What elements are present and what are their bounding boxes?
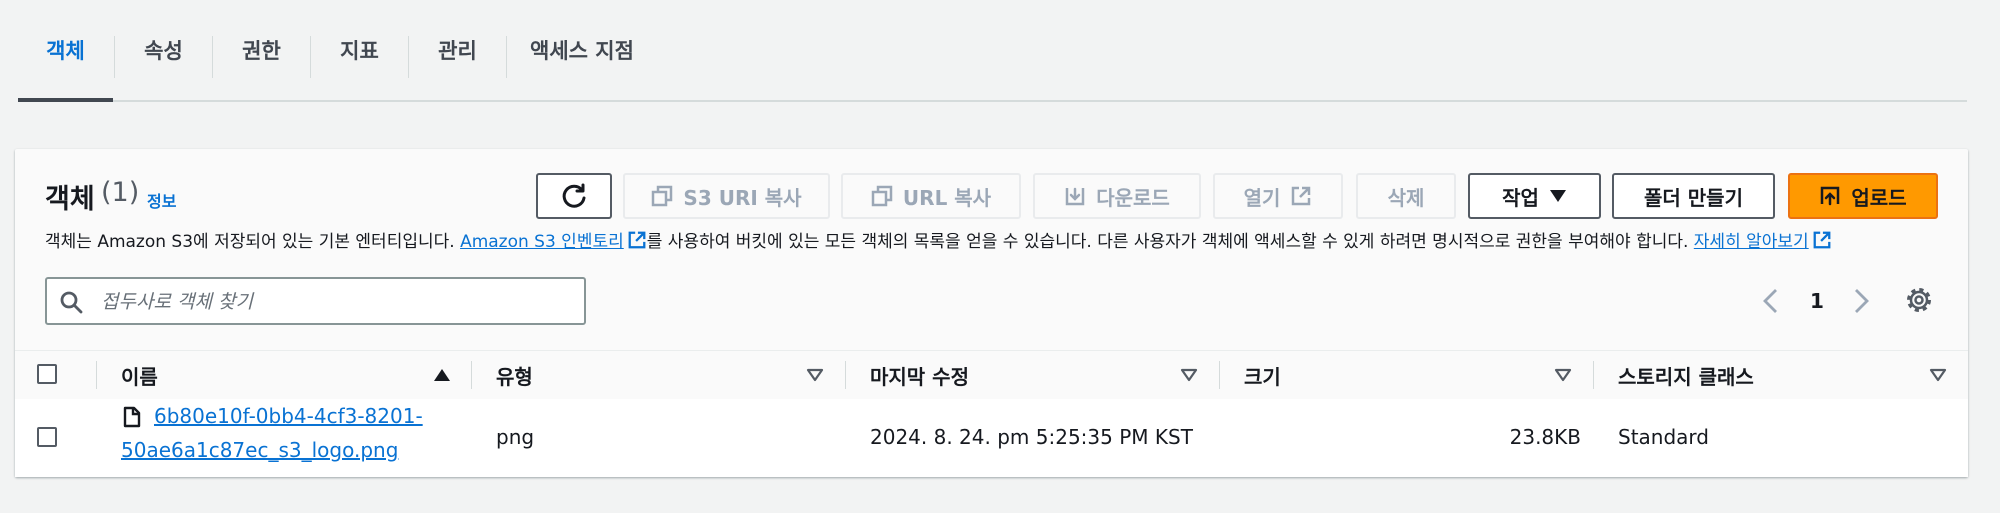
- caret-down-icon: [1549, 190, 1566, 202]
- object-name-line: 50ae6a1c87ec_s3_logo.png: [121, 438, 399, 462]
- info-link[interactable]: 정보: [147, 188, 176, 212]
- column-divider: [471, 361, 472, 389]
- search-icon: [60, 291, 83, 314]
- external-link-icon: [1813, 231, 1831, 249]
- select-all-checkbox[interactable]: [37, 364, 57, 384]
- tab-objects[interactable]: 객체: [18, 0, 113, 102]
- learn-more-link[interactable]: 자세히 알아보기: [1694, 231, 1832, 252]
- search-box: [45, 277, 586, 325]
- column-header-last-modified[interactable]: 마지막 수정: [870, 361, 969, 390]
- object-count: (1): [101, 177, 140, 208]
- delete-button[interactable]: 삭제: [1356, 173, 1456, 219]
- tab-bar: 객체 속성 권한 지표 관리 액세스 지점: [18, 0, 1967, 102]
- object-size: 23.8KB: [1509, 425, 1581, 449]
- tab-label: 객체: [46, 39, 85, 63]
- tab-access-points[interactable]: 액세스 지점: [507, 0, 657, 100]
- upload-button[interactable]: 업로드: [1788, 173, 1938, 219]
- button-label: 작업: [1502, 185, 1539, 210]
- button-label: 업로드: [1851, 185, 1907, 210]
- chevron-left-icon[interactable]: [1760, 287, 1782, 315]
- tab-properties[interactable]: 속성: [115, 0, 212, 100]
- tab-label: 지표: [340, 39, 379, 63]
- column-divider: [1219, 361, 1220, 389]
- tab-permissions[interactable]: 권한: [213, 0, 310, 100]
- object-name-line: 6b80e10f-0bb4-4cf3-8201-: [154, 404, 423, 428]
- external-link-icon: [1292, 186, 1311, 206]
- tab-metrics[interactable]: 지표: [311, 0, 408, 100]
- column-header-type[interactable]: 유형: [496, 361, 533, 390]
- button-label: 다운로드: [1096, 185, 1170, 210]
- copy-icon: [652, 185, 673, 207]
- table-row[interactable]: 6b80e10f-0bb4-4cf3-8201- 50ae6a1c87ec_s3…: [15, 399, 1968, 477]
- row-checkbox[interactable]: [37, 427, 57, 447]
- table-header: 이름 유형 마지막 수정 크기 스토리지 클래스: [15, 350, 1968, 400]
- tab-label: 액세스 지점: [530, 39, 634, 63]
- button-label: 열기: [1243, 185, 1281, 210]
- create-folder-button[interactable]: 폴더 만들기: [1612, 173, 1775, 219]
- gear-icon[interactable]: [1904, 285, 1934, 315]
- column-divider: [1593, 361, 1594, 389]
- column-header-storage-class[interactable]: 스토리지 클래스: [1618, 361, 1754, 390]
- object-last-modified: 2024. 8. 24. pm 5:25:35 PM KST: [870, 425, 1193, 449]
- copy-s3-uri-button[interactable]: S3 URI 복사: [623, 173, 830, 219]
- open-button[interactable]: 열기: [1213, 173, 1343, 219]
- chevron-right-icon[interactable]: [1850, 287, 1872, 315]
- button-label: 삭제: [1387, 185, 1425, 210]
- sort-desc-icon[interactable]: [1180, 368, 1198, 382]
- tab-label: 속성: [144, 39, 183, 63]
- search-input[interactable]: [99, 287, 573, 317]
- copy-url-button[interactable]: URL 복사: [841, 173, 1021, 219]
- column-header-name[interactable]: 이름: [121, 361, 158, 390]
- s3-inventory-link[interactable]: Amazon S3 인벤토리: [460, 231, 647, 252]
- description-text: 객체는 Amazon S3에 저장되어 있는 기본 엔터티입니다.: [45, 232, 461, 252]
- refresh-button[interactable]: [536, 173, 612, 219]
- copy-icon: [871, 185, 893, 207]
- sort-asc-icon[interactable]: [433, 368, 451, 382]
- download-icon: [1065, 187, 1085, 206]
- sort-desc-icon[interactable]: [1929, 368, 1947, 382]
- external-link-icon: [628, 231, 646, 249]
- current-page[interactable]: 1: [1810, 289, 1824, 313]
- panel-description: 객체는 Amazon S3에 저장되어 있는 기본 엔터티입니다. Amazon…: [45, 227, 1945, 252]
- description-text: 를 사용하여 버킷에 있는 모든 객체의 목록을 얻을 수 있습니다. 다른 사…: [646, 232, 1694, 252]
- refresh-icon: [562, 183, 586, 208]
- column-header-size[interactable]: 크기: [1244, 361, 1281, 390]
- column-divider: [845, 361, 846, 389]
- tab-label: 관리: [438, 39, 477, 63]
- button-label: URL 복사: [902, 185, 992, 210]
- download-button[interactable]: 다운로드: [1033, 173, 1201, 219]
- column-divider: [96, 361, 97, 389]
- button-label: 폴더 만들기: [1644, 185, 1743, 210]
- sort-desc-icon[interactable]: [806, 368, 824, 382]
- button-label: S3 URI 복사: [683, 185, 802, 210]
- tab-management[interactable]: 관리: [409, 0, 506, 100]
- object-storage-class: Standard: [1618, 425, 1709, 449]
- panel-title: 객체: [45, 184, 95, 215]
- upload-icon: [1821, 186, 1840, 206]
- sort-desc-icon[interactable]: [1554, 368, 1572, 382]
- objects-panel: 객체 (1) 정보 S3 URI 복사 URL 복사 다운로드 열기 삭제 작업…: [15, 149, 1968, 477]
- actions-dropdown[interactable]: 작업: [1468, 173, 1601, 219]
- object-name-link[interactable]: 6b80e10f-0bb4-4cf3-8201- 50ae6a1c87ec_s3…: [121, 399, 461, 467]
- tab-label: 권한: [242, 39, 281, 63]
- object-type: png: [496, 425, 535, 449]
